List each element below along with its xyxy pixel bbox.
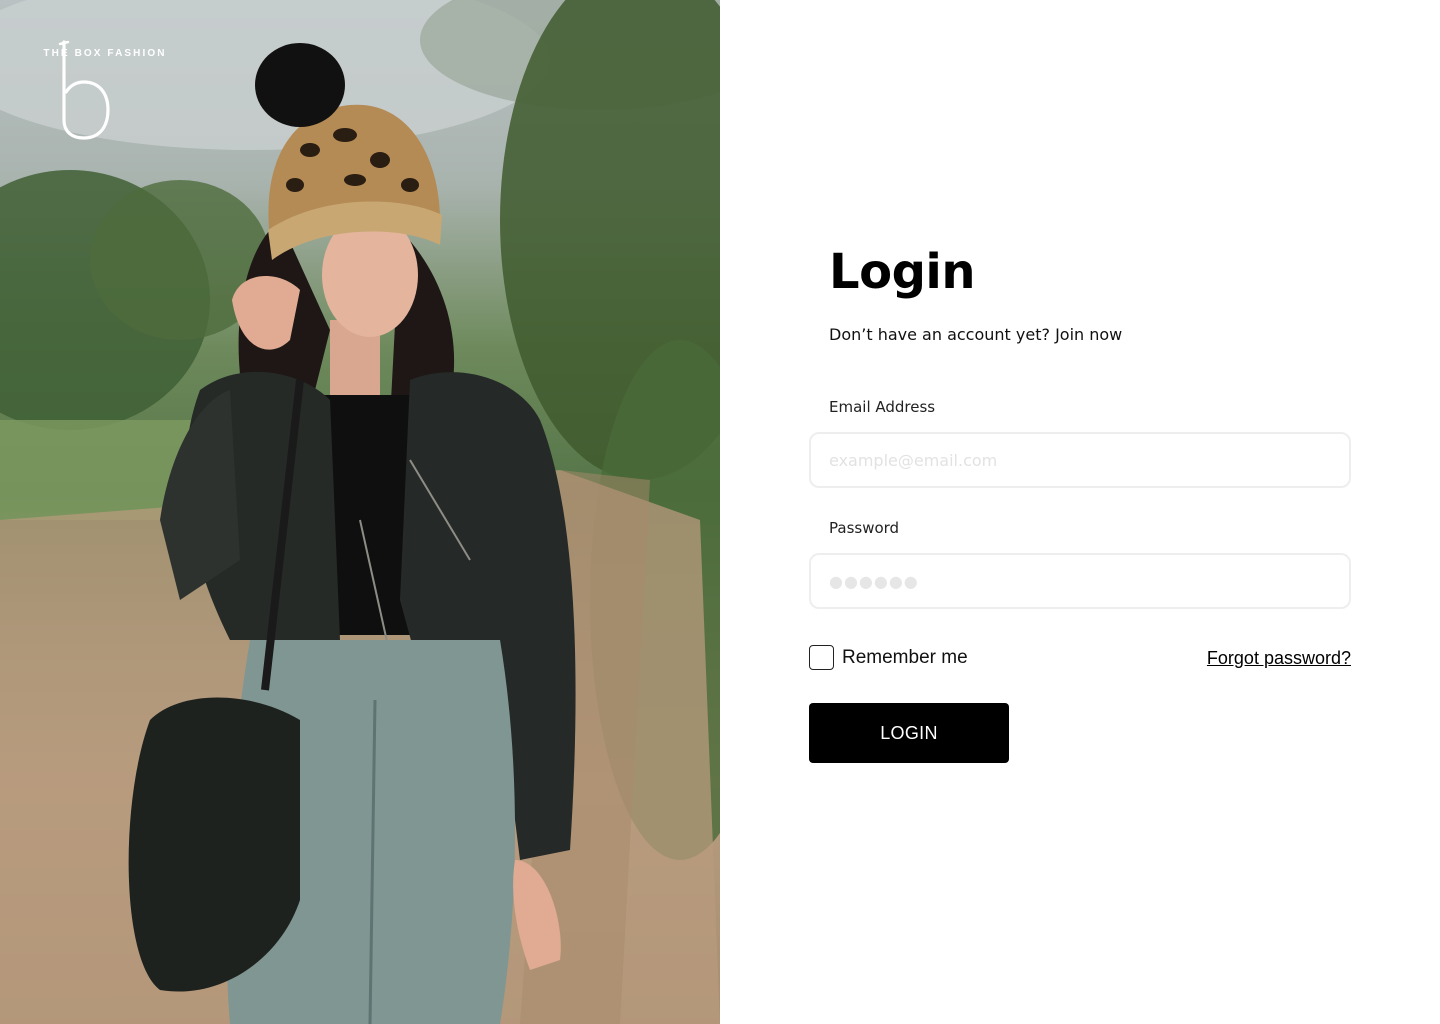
- page-title: Login: [829, 244, 976, 300]
- hero-photo: THE BOX FASHION: [0, 0, 720, 1024]
- remember-me-label: Remember me: [842, 646, 968, 668]
- fashion-model-illustration: [0, 0, 720, 1024]
- forgot-password-link[interactable]: Forgot password?: [1207, 648, 1351, 669]
- password-label: Password: [829, 519, 900, 537]
- brand-logo[interactable]: THE BOX FASHION: [42, 40, 168, 140]
- join-now-link[interactable]: Don’t have an account yet? Join now: [829, 325, 1122, 344]
- remember-me-toggle[interactable]: Remember me: [809, 645, 968, 670]
- email-input[interactable]: [809, 432, 1351, 488]
- logo-b-icon: [58, 40, 110, 140]
- password-input[interactable]: [809, 553, 1351, 609]
- email-label: Email Address: [829, 398, 936, 416]
- login-button[interactable]: LOGIN: [809, 703, 1009, 763]
- remember-me-checkbox[interactable]: [809, 645, 834, 670]
